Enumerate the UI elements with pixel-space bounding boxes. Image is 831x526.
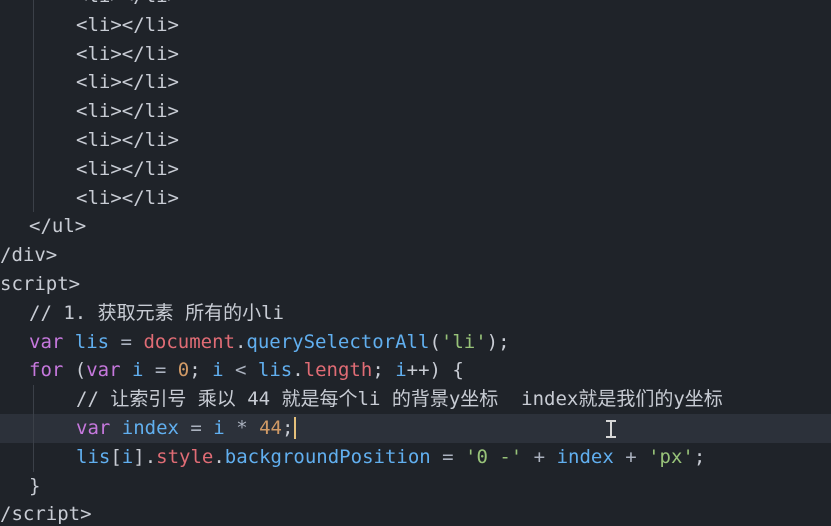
code-line: } [0,472,831,501]
keyword: var [29,330,64,353]
punctuation: ; [281,416,294,439]
punctuation: ; [372,359,396,382]
operator: * [224,416,260,439]
code-line: <li></li> [0,39,831,69]
property: length [303,359,373,382]
code-line: // 让索引号 乘以 44 就是每个li 的背景y坐标 index就是我们的y坐… [0,385,831,414]
code-text: <li></li> [76,0,179,11]
identifier: lis [76,445,111,468]
punctuation: . [144,445,157,468]
code-comment: // 1. 获取元素 所有的小li [29,301,284,324]
code-line: lis[i].style.backgroundPosition = '0 -' … [0,442,831,472]
code-text: <li></li> [76,186,179,209]
code-text: </ul> [29,215,87,238]
code-line: /div> [0,241,831,270]
code-line: <li></li> [0,68,831,98]
operator: + [613,445,649,468]
identifier: document [143,330,235,353]
identifier: index [110,416,179,439]
keyword: var [76,416,111,439]
code-line: /script> [0,500,831,526]
code-text: <li></li> [76,100,179,123]
number-literal: 44 [259,416,282,439]
code-text: <li></li> [76,13,179,36]
code-comment: // 让索引号 乘以 44 就是每个li 的背景y坐标 index就是我们的y坐… [76,388,723,411]
code-line: <li></li> [0,154,831,184]
punctuation: ( [429,330,441,353]
operator: = [143,359,178,382]
code-line: <li></li> [0,0,831,11]
property: backgroundPosition [224,445,431,468]
string-literal: 'li' [440,330,487,353]
code-line: for (var i = 0; i < lis.length; i++) { [0,356,831,385]
punctuation: ++) { [406,359,464,382]
punctuation: . [213,445,225,468]
identifier: i [212,359,224,382]
property: style [156,445,214,468]
operator: = [178,416,214,439]
punctuation: ( [63,359,87,382]
keyword: var [86,359,121,382]
code-line: var lis = document.querySelectorAll('li'… [0,328,831,357]
operator: < [223,359,258,382]
function-name: querySelectorAll [246,330,430,353]
code-statement: for (var i = 0; i < lis.length; i++) { [29,356,464,385]
code-line: script> [0,270,831,299]
code-text: /script> [0,503,92,526]
keyword: for [29,359,64,382]
identifier: index [556,445,614,468]
code-text: <li></li> [76,71,179,94]
code-line: </ul> [0,212,831,241]
punctuation: . [292,359,304,382]
punctuation: [ [110,445,122,468]
code-editor[interactable]: <li></li> <li></li> <li></li> <li></li> … [0,0,831,526]
code-statement: lis[i].style.backgroundPosition = '0 -' … [76,443,705,472]
current-line: var index = i * 44; [0,413,831,443]
string-literal: '0 -' [465,445,523,468]
code-line: <li></li> [0,183,831,213]
identifier: i [120,359,144,382]
punctuation: . [234,330,247,353]
punctuation: ); [486,330,510,353]
operator: + [522,445,557,468]
code-line: // 1. 获取元素 所有的小li [0,299,831,328]
mouse-ibeam-icon [606,420,616,438]
operator: = [430,445,466,468]
identifier: i [213,416,225,439]
code-line: <li></li> [0,10,831,40]
text-cursor [294,417,297,440]
number-literal: 0 [177,359,190,382]
punctuation: ; [189,359,213,382]
code-line: <li></li> [0,125,831,155]
string-literal: 'px' [648,445,694,468]
identifier: i [395,359,407,382]
code-text: <li></li> [76,128,179,151]
operator: = [109,330,144,353]
code-text: <li></li> [76,157,179,180]
code-statement: var index = i * 44; [76,414,297,443]
identifier: lis [74,330,110,353]
code-text: } [29,474,41,497]
code-text: /div> [0,244,58,267]
punctuation: ] [133,445,145,468]
code-text: script> [0,272,81,295]
code-line: <li></li> [0,97,831,126]
code-text: <li></li> [76,42,179,65]
punctuation: ; [693,445,706,468]
code-lines: <li></li> <li></li> <li></li> <li></li> … [0,0,831,526]
code-statement: var lis = document.querySelectorAll('li'… [29,328,510,357]
identifier: lis [257,359,293,382]
identifier: i [121,445,134,468]
